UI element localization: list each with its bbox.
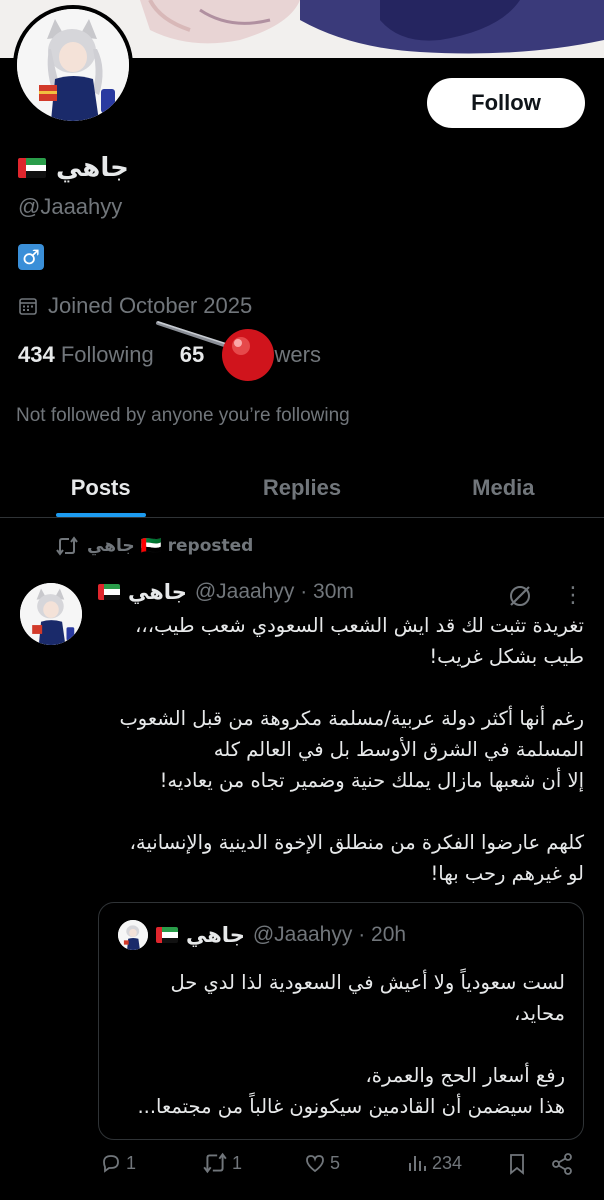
joined-text: Joined October 2025: [48, 293, 253, 318]
quoted-author-meta: @Jaaahyy · 20h: [252, 923, 407, 946]
male-sign-icon: ♂: [18, 244, 44, 270]
heart-icon: [306, 1155, 324, 1173]
like-count: 5: [330, 1152, 341, 1173]
quoted-post-body: لست سعودياً ولا أعيش في السعودية لذا لدي…: [137, 971, 565, 1118]
view-count: 234: [432, 1152, 463, 1173]
share-icon: [552, 1153, 572, 1175]
share-button[interactable]: [550, 1152, 574, 1176]
reply-button[interactable]: 1: [100, 1152, 136, 1174]
not-followed-notice: Not followed by anyone you’re following: [16, 405, 350, 426]
post-author-avatar[interactable]: [20, 583, 82, 645]
views-button[interactable]: 234: [406, 1152, 462, 1174]
quoted-author-name: جاهي: [186, 923, 245, 947]
reply-count: 1: [126, 1152, 137, 1173]
joined-date: Joined October 2025: [18, 293, 252, 319]
views-icon: [409, 1156, 426, 1171]
repost-icon: [56, 536, 78, 556]
push-pin-overlay: [156, 321, 274, 381]
calendar-icon: [19, 298, 37, 315]
post-action-bar: 1 1 5 234: [100, 1152, 580, 1184]
profile-handle: @Jaaahyy: [18, 194, 123, 219]
tab-posts[interactable]: Posts: [0, 458, 201, 517]
tab-media[interactable]: Media: [403, 458, 604, 517]
repost-label: جاهي 🇦🇪 reposted: [87, 536, 254, 556]
post-body: تغريدة تثبت لك قد ايش الشعب السعودي شعب …: [119, 614, 584, 885]
post-header: جاهي @Jaaahyy · 30m: [98, 580, 354, 604]
follow-button[interactable]: Follow: [427, 78, 585, 128]
repost-icon: [203, 1152, 227, 1174]
quoted-post[interactable]: جاهي @Jaaahyy · 20h لست سعودياً ولا أعيش…: [98, 902, 584, 1140]
display-name: جاهي: [56, 153, 129, 183]
uae-flag-icon: [156, 927, 178, 943]
grok-icon[interactable]: [507, 583, 533, 609]
repost-button[interactable]: 1: [202, 1152, 242, 1174]
following-count: 434: [18, 342, 55, 367]
post-author-name[interactable]: جاهي: [128, 580, 187, 604]
display-name-row: جاهي: [18, 150, 129, 186]
reply-icon: [103, 1155, 119, 1173]
tab-replies[interactable]: Replies: [201, 458, 402, 517]
uae-flag-icon: [18, 158, 46, 178]
bookmark-icon: [510, 1154, 524, 1175]
profile-tabs: Posts Replies Media: [0, 458, 604, 518]
like-button[interactable]: 5: [304, 1152, 340, 1174]
bookmark-button[interactable]: [506, 1152, 528, 1176]
quoted-post-header: جاهي @Jaaahyy · 20h: [118, 920, 406, 950]
profile-avatar[interactable]: [13, 5, 133, 125]
following-label: Following: [60, 342, 154, 367]
repost-indicator: جاهي 🇦🇪 reposted: [55, 536, 253, 556]
repost-count: 1: [232, 1152, 243, 1173]
uae-flag-icon: [98, 584, 120, 600]
post-author-meta[interactable]: @Jaaahyy · 30m: [195, 580, 354, 604]
following-link[interactable]: 434 Following: [18, 342, 154, 368]
quoted-author-avatar: [118, 920, 148, 950]
more-icon[interactable]: ⋮: [562, 583, 584, 608]
